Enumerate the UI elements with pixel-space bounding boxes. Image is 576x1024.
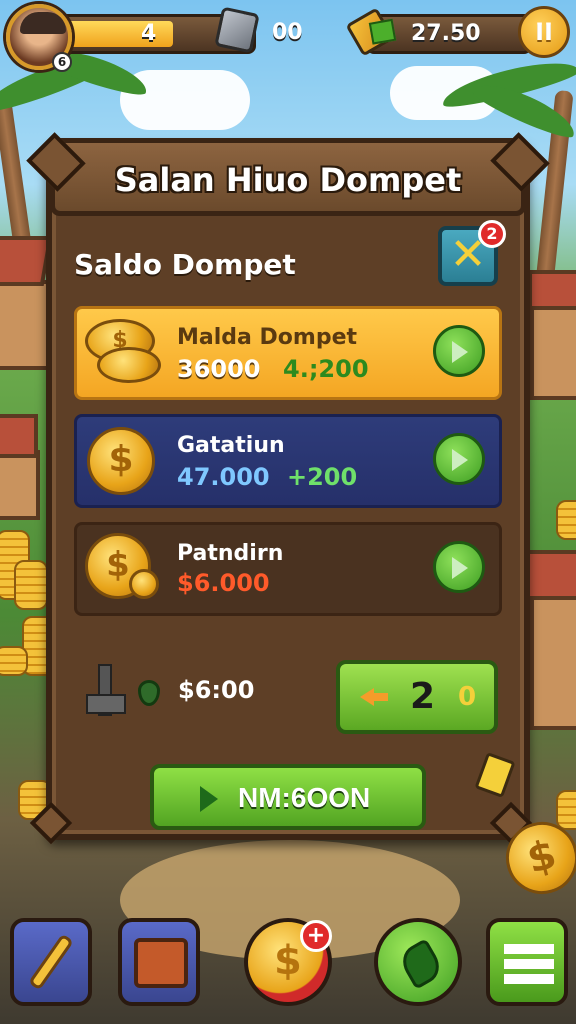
row-label: Patndirn (177, 541, 284, 566)
panel-header: Salan Hiuo Dompet (50, 138, 526, 216)
roof-left-lower (0, 414, 38, 458)
row-label: Gatatiun (177, 433, 285, 458)
nav-button-tools[interactable] (10, 918, 92, 1006)
coin-notification-badge: + (300, 920, 332, 952)
footer-amount: $6:00 (178, 676, 255, 704)
row-go-button[interactable] (433, 541, 485, 593)
roof-left (0, 236, 53, 286)
hammer-icon (86, 664, 126, 716)
coin-stack-icon (97, 347, 161, 383)
wallet-row-secondary[interactable]: $ Gatatiun 47.000 +200 (74, 414, 502, 508)
row-value: 47.000 (177, 463, 270, 491)
coin-stack (556, 500, 576, 540)
coin-icon: $ (87, 427, 155, 495)
wrench-icon (28, 933, 74, 991)
dollar-icon: $ (274, 938, 302, 984)
panel-title: Salan Hiuo Dompet (114, 161, 462, 199)
roof-right-lower (526, 550, 576, 600)
gem-icon (214, 6, 260, 54)
player-level: 4 (141, 21, 157, 46)
house-right (530, 300, 576, 400)
row-go-button[interactable] (433, 325, 485, 377)
coin-stack (14, 560, 48, 610)
counter-value: 2 (410, 676, 436, 717)
notification-badge: 2 (478, 220, 506, 248)
play-arrow-icon (200, 786, 218, 812)
chest-icon (134, 938, 188, 988)
row-go-button[interactable] (433, 433, 485, 485)
pause-button[interactable]: II (518, 6, 570, 58)
menu-icon (504, 944, 554, 984)
player-avatar[interactable]: 6 (6, 4, 72, 72)
nav-button-menu[interactable] (486, 918, 568, 1006)
row-value: 36000 (177, 355, 261, 383)
avatar-badge: 6 (52, 52, 72, 72)
confirm-button-label: NM:6OON (238, 782, 371, 813)
coin-stack (556, 790, 576, 830)
roof-right (528, 270, 576, 310)
coin-icon (129, 569, 159, 599)
row-delta: +200 (287, 463, 358, 491)
row-value: $6.000 (177, 569, 270, 597)
wallet-row-pending[interactable]: $ Patndirn $6.000 (74, 522, 502, 616)
counter-small: 0 (458, 682, 477, 712)
leaf-icon (396, 938, 446, 990)
section-title: Saldo Dompet (74, 248, 296, 281)
house-right-lower (530, 580, 576, 730)
nav-button-chest[interactable] (118, 918, 200, 1006)
house-left (0, 280, 50, 370)
house-left-lower (0, 450, 40, 520)
counter-button[interactable]: 2 0 (336, 660, 498, 734)
wallet-row-main[interactable]: $ Malda Dompet 36000 4.;200 (74, 306, 502, 400)
xp-bar-fill (63, 21, 173, 47)
row-label: Malda Dompet (177, 325, 358, 350)
avatar-hat (20, 12, 66, 34)
cash-amount: 27.50 (411, 21, 481, 46)
nav-button-boost[interactable] (374, 918, 462, 1006)
row-delta: 4.;200 (283, 355, 369, 383)
confirm-button[interactable]: NM:6OON (150, 764, 426, 830)
gem-count: 00 (272, 20, 303, 45)
coin-stack (0, 646, 28, 676)
arrow-left-icon (360, 688, 388, 706)
